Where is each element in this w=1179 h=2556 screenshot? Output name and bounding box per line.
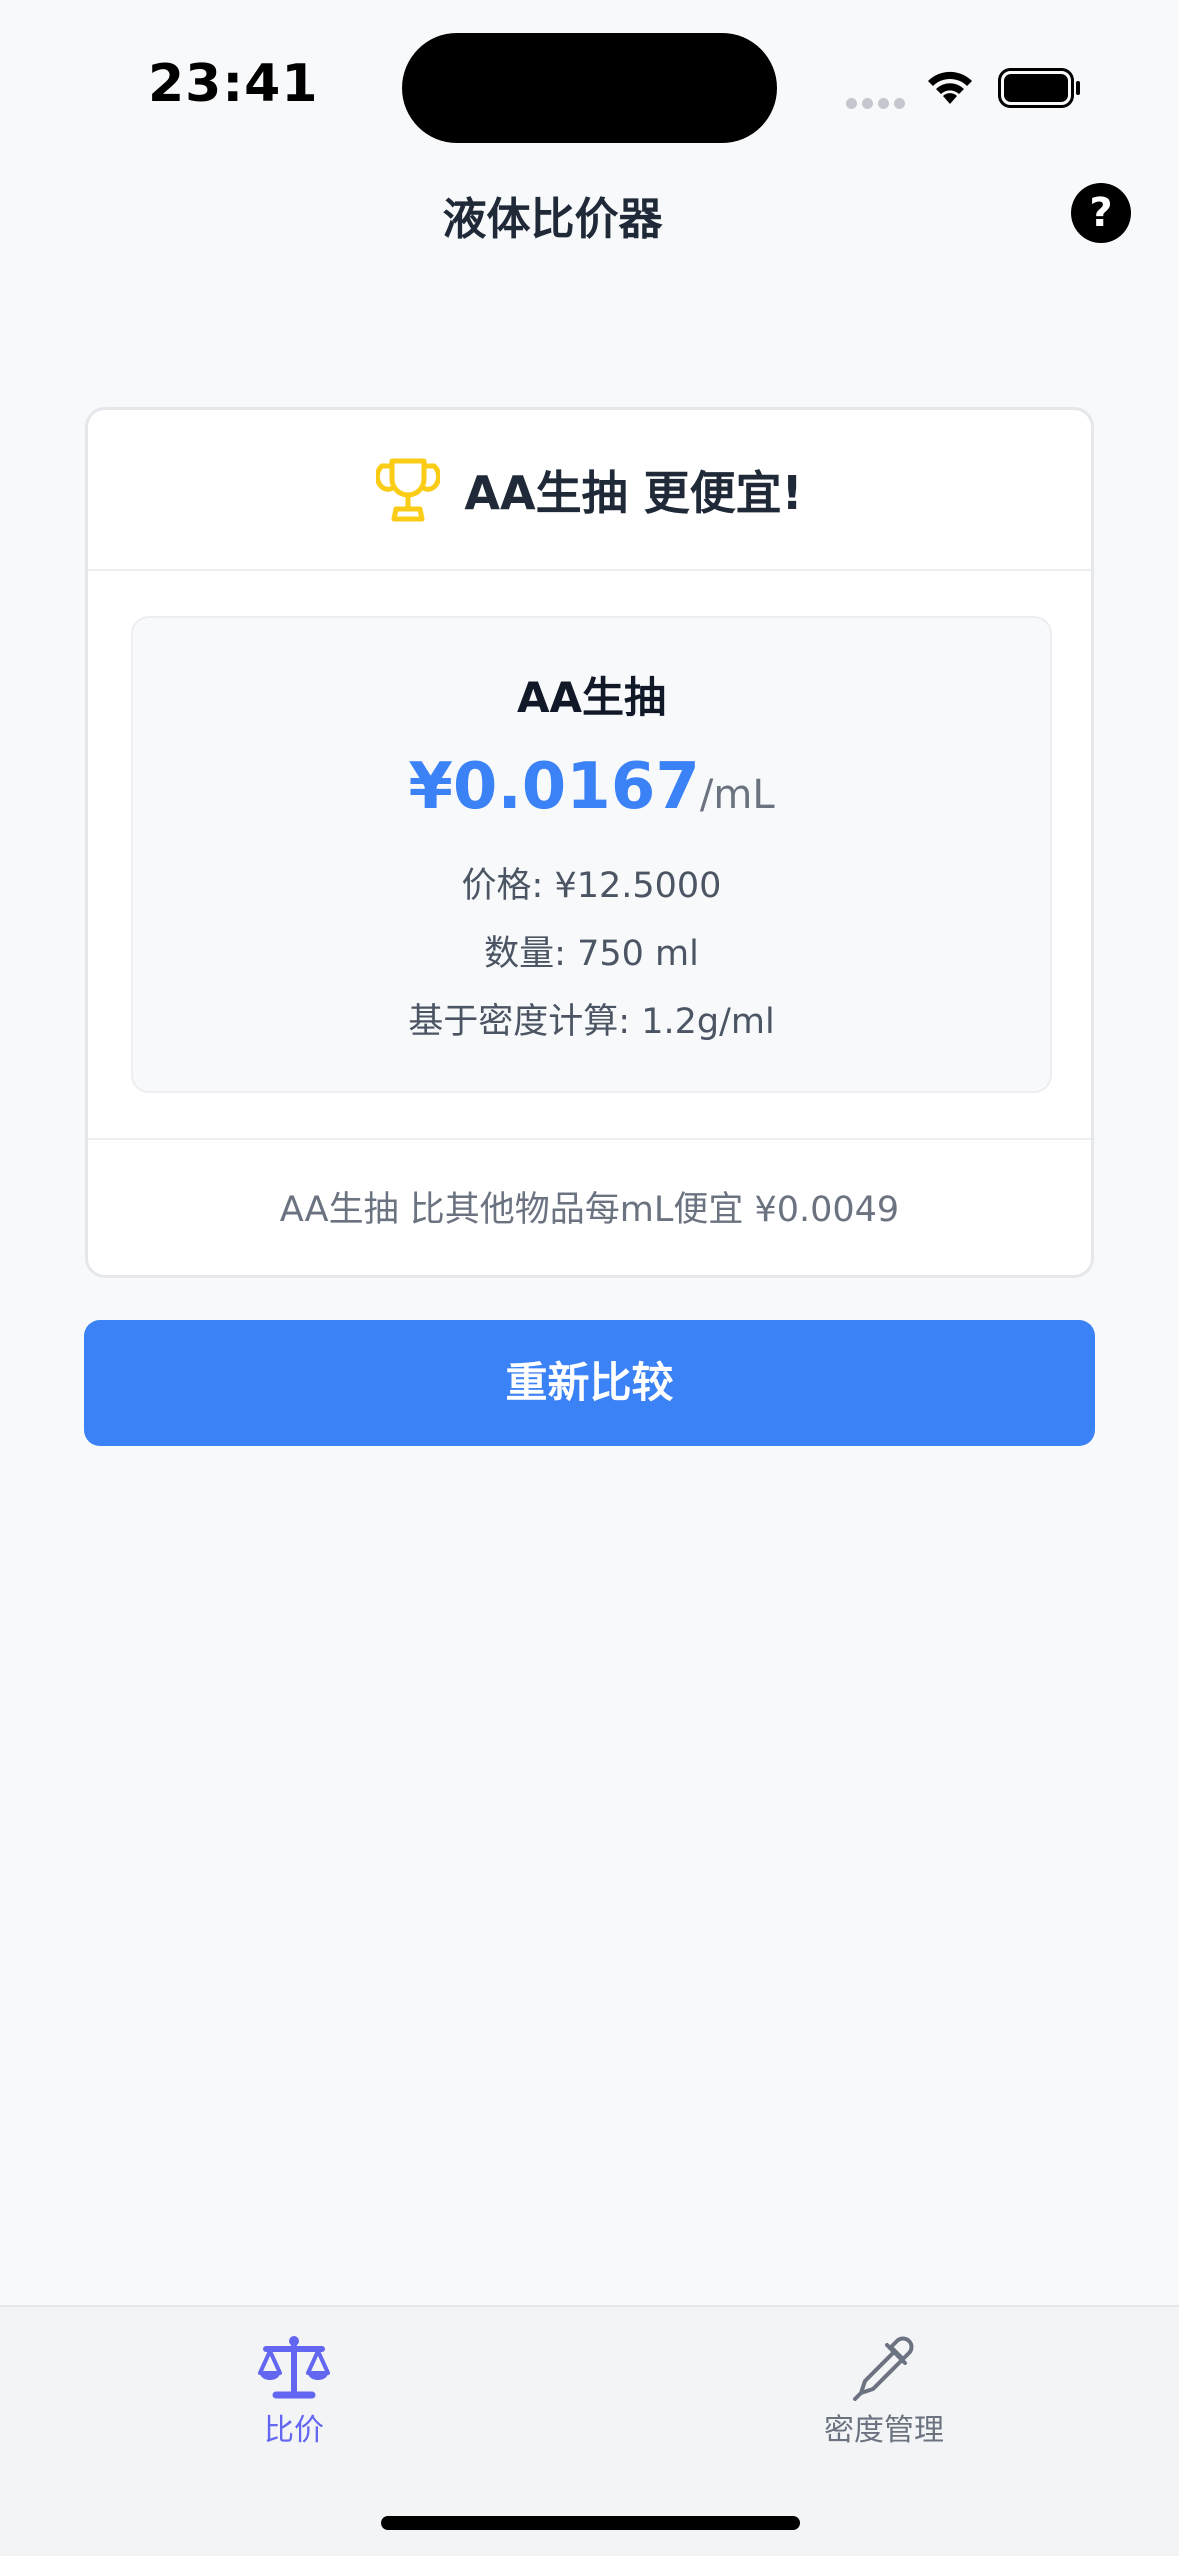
recompare-button[interactable]: 重新比较 [84,1320,1095,1446]
unit-price-row: ¥0.0167/mL [133,742,1050,832]
tab-compare-label: 比价 [264,2413,324,2448]
item-name: AA生抽 [516,673,666,722]
result-card-header: AA生抽 更便宜! [88,410,1091,571]
scale-icon [258,2336,330,2399]
price-line: 价格: ¥12.5000 [461,866,722,906]
dropper-icon [853,2336,914,2401]
savings-text: AA生抽 比其他物品每mL便宜 ¥0.0049 [88,1138,1091,1275]
app-screen: 23:41 液体比价器 ? AA生抽 更便宜! AA生抽 ¥0.0167/mL … [0,0,1179,2556]
unit-price: ¥0.0167 [408,750,700,824]
tab-density-management[interactable]: 密度管理 [764,2327,1004,2467]
battery-icon [998,68,1080,108]
winner-title: AA生抽 更便宜! [464,465,803,520]
unit-label: /mL [699,772,775,818]
density-line: 基于密度计算: 1.2g/ml [408,1002,775,1042]
result-card: AA生抽 更便宜! AA生抽 ¥0.0167/mL 价格: ¥12.5000 数… [85,407,1094,1278]
status-time: 23:41 [148,54,319,114]
tab-compare[interactable]: 比价 [174,2327,414,2467]
tab-density-label: 密度管理 [824,2413,944,2448]
winner-detail-box: AA生抽 ¥0.0167/mL 价格: ¥12.5000 数量: 750 ml … [131,616,1052,1093]
help-button[interactable]: ? [1071,183,1131,243]
page-title: 液体比价器 [442,194,663,245]
trophy-icon [376,458,441,521]
cellular-signal-icon [846,94,910,113]
wifi-icon [928,71,972,104]
home-indicator [381,2516,800,2530]
dynamic-island [402,33,777,143]
quantity-line: 数量: 750 ml [484,934,699,974]
